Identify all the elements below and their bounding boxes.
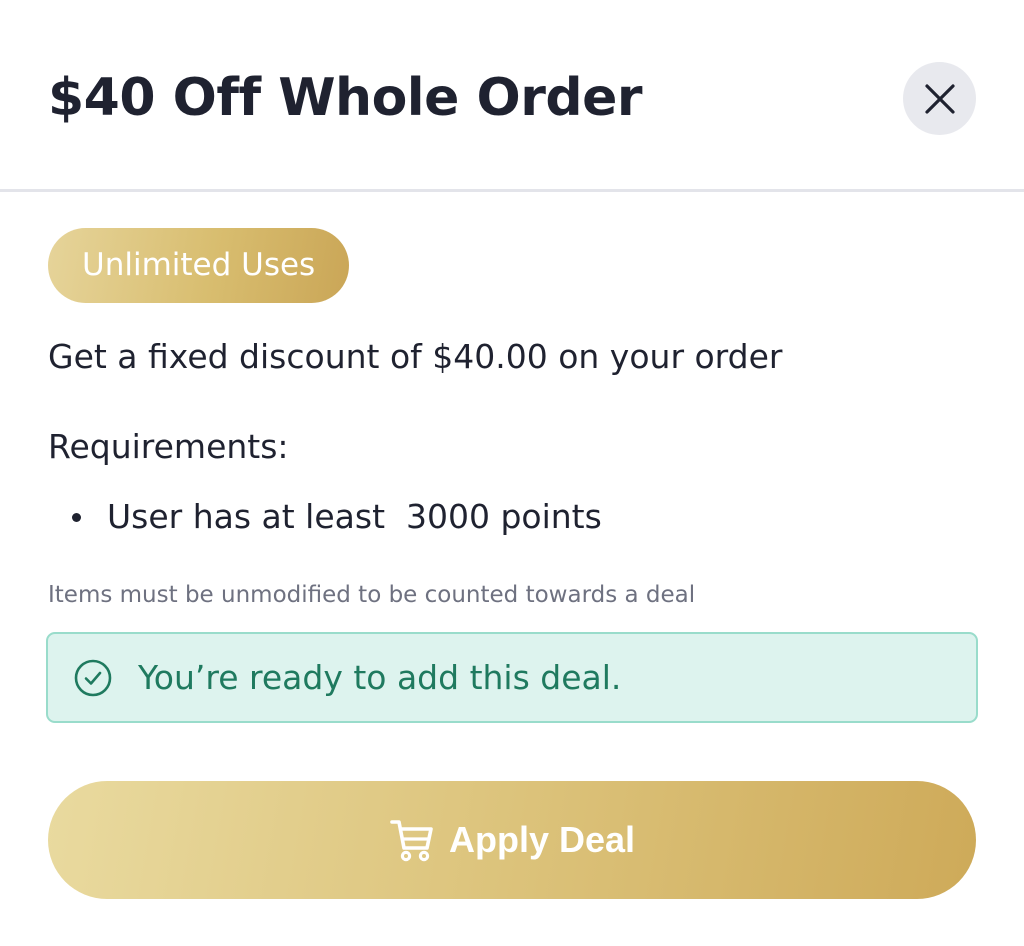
cart-icon	[389, 817, 435, 863]
status-message: You’re ready to add this deal.	[46, 632, 978, 723]
status-text: You’re ready to add this deal.	[138, 658, 622, 697]
deal-note: Items must be unmodified to be counted t…	[48, 582, 696, 608]
deal-title: $40 Off Whole Order	[48, 68, 642, 128]
deal-modal: $40 Off Whole Order Unlimited Uses Get a…	[0, 0, 1024, 946]
requirement-text: User has at least 3000 points	[107, 497, 602, 536]
requirements-list: User has at least 3000 points	[48, 494, 602, 540]
apply-deal-button[interactable]: Apply Deal	[48, 781, 976, 899]
requirement-item: User has at least 3000 points	[48, 494, 602, 540]
bullet-icon	[72, 512, 81, 522]
deal-description: Get a fixed discount of $40.00 on your o…	[48, 337, 783, 376]
check-circle-icon	[73, 658, 113, 698]
modal-header: $40 Off Whole Order	[0, 0, 1024, 192]
usage-badge: Unlimited Uses	[48, 228, 350, 303]
apply-deal-label: Apply Deal	[448, 819, 636, 860]
close-icon	[924, 83, 955, 114]
requirements-heading: Requirements:	[48, 427, 289, 466]
close-button[interactable]	[903, 62, 976, 135]
